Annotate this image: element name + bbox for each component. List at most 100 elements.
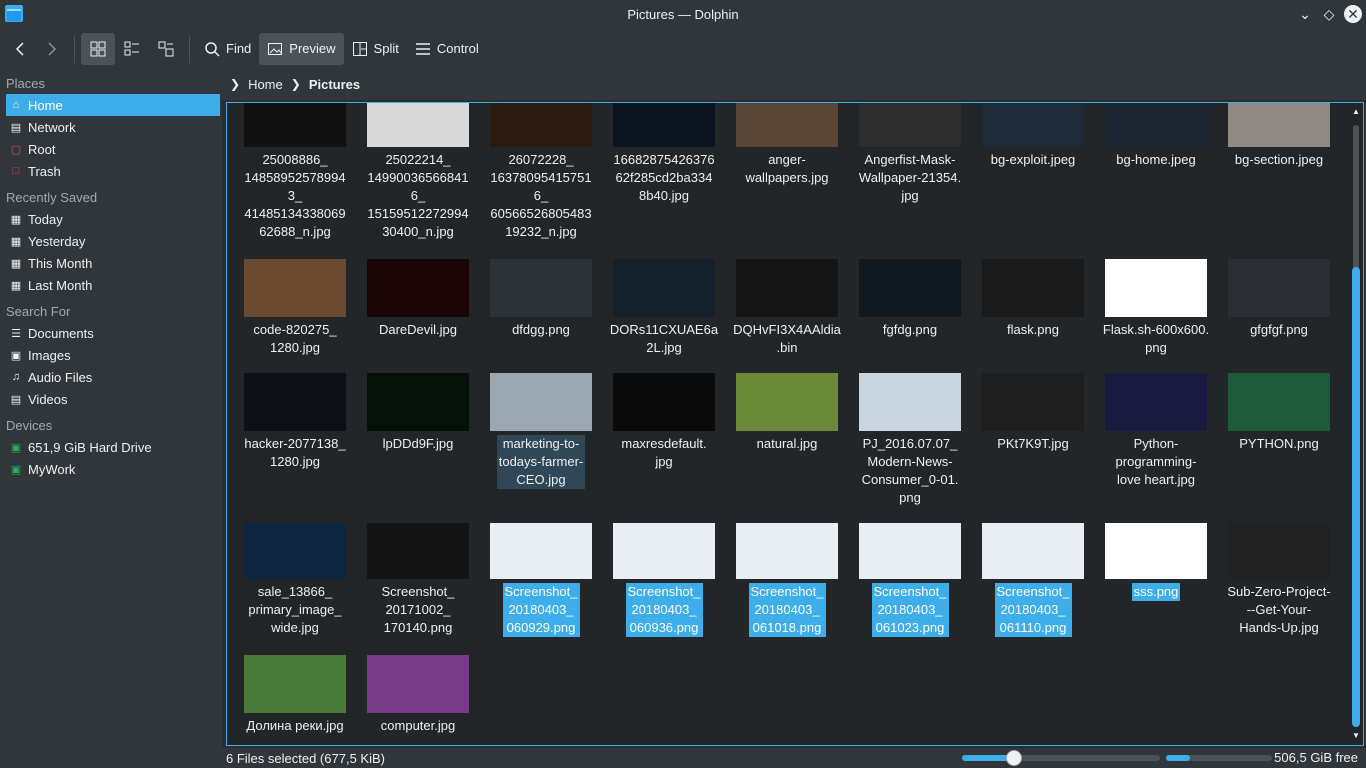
sidebar-item-documents[interactable]: ☰ Documents bbox=[6, 322, 220, 344]
find-button[interactable]: Find bbox=[196, 33, 259, 65]
file-name: Screenshot_ 20180403_ 060929.png bbox=[502, 583, 580, 637]
file-item[interactable]: Screenshot_ 20171002_ 170140.png bbox=[359, 523, 477, 637]
split-button[interactable]: Split bbox=[344, 33, 407, 65]
file-item[interactable]: hacker-2077138_ 1280.jpg bbox=[236, 373, 354, 471]
file-item[interactable]: natural.jpg bbox=[728, 373, 846, 453]
preview-button[interactable]: Preview bbox=[259, 32, 344, 65]
sidebar-item-hard-drive[interactable]: ▣ 651,9 GiB Hard Drive bbox=[6, 436, 220, 458]
sidebar-item-mywork[interactable]: ▣ MyWork bbox=[6, 458, 220, 480]
file-name: anger- wallpapers.jpg bbox=[745, 152, 829, 185]
file-item[interactable]: computer.jpg bbox=[359, 655, 477, 735]
file-item[interactable]: Screenshot_ 20180403_ 060929.png bbox=[482, 523, 600, 637]
breadcrumb-home[interactable]: Home bbox=[248, 77, 283, 92]
sidebar-item-label: Today bbox=[28, 211, 63, 227]
file-item[interactable]: maxresdefault. jpg bbox=[605, 373, 723, 471]
vertical-scrollbar[interactable]: ▲ ▼ bbox=[1351, 107, 1361, 743]
details-view-button[interactable] bbox=[149, 33, 183, 65]
file-name: flask.png bbox=[1006, 322, 1060, 337]
file-item[interactable]: PKt7K9T.jpg bbox=[974, 373, 1092, 453]
file-item[interactable]: 25022214_ 14990036566841 6_ 151595122729… bbox=[359, 103, 477, 241]
file-item[interactable]: sss.png bbox=[1097, 523, 1215, 601]
file-item[interactable]: lpDDd9F.jpg bbox=[359, 373, 477, 453]
file-item[interactable]: anger- wallpapers.jpg bbox=[728, 103, 846, 187]
dolphin-app-icon[interactable] bbox=[5, 5, 23, 22]
sidebar-item-root[interactable]: ▢ Root bbox=[6, 138, 220, 160]
file-item[interactable]: dfdgg.png bbox=[482, 259, 600, 339]
file-item[interactable]: marketing-to- todays-farmer- CEO.jpg bbox=[482, 373, 600, 489]
file-thumbnail bbox=[244, 373, 346, 431]
minimize-icon[interactable]: ⌄ bbox=[1296, 5, 1314, 23]
sidebar-item-label: Last Month bbox=[28, 277, 93, 293]
file-item[interactable]: Screenshot_ 20180403_ 060936.png bbox=[605, 523, 723, 637]
file-item[interactable]: DQHvFI3X4AAldia .bin bbox=[728, 259, 846, 357]
zoom-slider-handle[interactable] bbox=[1006, 750, 1022, 766]
sidebar-item-today[interactable]: ▦ Today bbox=[6, 208, 220, 230]
file-item[interactable]: Angerfist-Mask- Wallpaper-21354. jpg bbox=[851, 103, 969, 205]
file-thumbnail bbox=[736, 259, 838, 317]
file-item[interactable]: bg-home.jpeg bbox=[1097, 103, 1215, 169]
file-item[interactable]: bg-exploit.jpeg bbox=[974, 103, 1092, 169]
file-item[interactable]: Python- programming- love heart.jpg bbox=[1097, 373, 1215, 489]
file-thumbnail bbox=[982, 373, 1084, 431]
preview-image-icon bbox=[268, 42, 283, 55]
sidebar-item-images[interactable]: ▣ Images bbox=[6, 344, 220, 366]
recently-saved-heading: Recently Saved bbox=[6, 190, 98, 205]
sidebar-item-last-month[interactable]: ▦ Last Month bbox=[6, 274, 220, 296]
root-folder-icon: ▢ bbox=[10, 143, 22, 156]
sidebar-item-videos[interactable]: ▤ Videos bbox=[6, 388, 220, 410]
search-icon bbox=[205, 41, 220, 57]
sidebar-item-trash[interactable]: □ Trash bbox=[6, 160, 220, 182]
chevron-right-icon: ❯ bbox=[230, 77, 241, 91]
sidebar-item-network[interactable]: ▤ Network bbox=[6, 116, 220, 138]
close-icon[interactable]: ✕ bbox=[1344, 5, 1362, 23]
file-item[interactable]: Sub-Zero-Project- --Get-Your- Hands-Up.j… bbox=[1220, 523, 1338, 637]
file-thumbnail bbox=[613, 523, 715, 579]
devices-heading: Devices bbox=[6, 418, 53, 433]
file-item[interactable]: gfgfgf.png bbox=[1220, 259, 1338, 339]
file-name: code-820275_ 1280.jpg bbox=[253, 322, 337, 355]
back-button[interactable] bbox=[4, 33, 36, 65]
file-item[interactable]: bg-section.jpeg bbox=[1220, 103, 1338, 169]
file-item[interactable]: fgfdg.png bbox=[851, 259, 969, 339]
zoom-slider[interactable] bbox=[962, 750, 1160, 766]
scrollbar-thumb[interactable] bbox=[1352, 267, 1360, 727]
file-item[interactable]: DareDevil.jpg bbox=[359, 259, 477, 339]
icons-view-button[interactable] bbox=[81, 32, 115, 65]
search-for-heading: Search For bbox=[6, 304, 71, 319]
file-item[interactable]: 16682875426376 62f285cd2ba334 8b40.jpg bbox=[605, 103, 723, 205]
sidebar-item-audio-files[interactable]: ♫ Audio Files bbox=[6, 366, 220, 388]
compact-view-button[interactable] bbox=[115, 33, 149, 65]
places-panel: Places ⌂ Home ▤ Network ▢ Root □ Trash Recen… bbox=[0, 68, 222, 768]
file-item[interactable]: Screenshot_ 20180403_ 061018.png bbox=[728, 523, 846, 637]
maximize-icon[interactable]: ◇ bbox=[1320, 5, 1338, 23]
sidebar-item-home[interactable]: ⌂ Home bbox=[6, 94, 220, 116]
file-item[interactable]: flask.png bbox=[974, 259, 1092, 339]
calendar-icon: ▦ bbox=[10, 235, 22, 248]
scroll-up-icon[interactable]: ▲ bbox=[1351, 107, 1361, 116]
file-item[interactable]: Flask.sh-600x600. png bbox=[1097, 259, 1215, 357]
control-label: Control bbox=[436, 41, 479, 56]
breadcrumb-current[interactable]: Pictures bbox=[309, 77, 360, 92]
file-item[interactable]: PJ_2016.07.07_ Modern-News- Consumer_0-0… bbox=[851, 373, 969, 507]
file-name: Долина реки.jpg bbox=[246, 718, 344, 733]
trash-icon: □ bbox=[12, 165, 20, 177]
scroll-down-icon[interactable]: ▼ bbox=[1351, 731, 1361, 740]
file-thumbnail bbox=[1105, 373, 1207, 431]
file-item[interactable]: sale_13866_ primary_image_ wide.jpg bbox=[236, 523, 354, 637]
control-button[interactable]: Control bbox=[407, 33, 487, 65]
file-view[interactable]: 25008886_ 14858952578994 3_ 414851343380… bbox=[226, 102, 1364, 746]
file-item[interactable]: Screenshot_ 20180403_ 061023.png bbox=[851, 523, 969, 637]
file-item[interactable]: Screenshot_ 20180403_ 061110.png bbox=[974, 523, 1092, 637]
file-item[interactable]: 26072228_ 16378095415751 6_ 605665268054… bbox=[482, 103, 600, 241]
file-item[interactable]: PYTHON.png bbox=[1220, 373, 1338, 453]
sidebar-item-this-month[interactable]: ▦ This Month bbox=[6, 252, 220, 274]
sidebar-item-yesterday[interactable]: ▦ Yesterday bbox=[6, 230, 220, 252]
file-thumbnail bbox=[982, 103, 1084, 147]
file-item[interactable]: code-820275_ 1280.jpg bbox=[236, 259, 354, 357]
file-item[interactable]: 25008886_ 14858952578994 3_ 414851343380… bbox=[236, 103, 354, 241]
file-item[interactable]: Долина реки.jpg bbox=[236, 655, 354, 735]
file-thumbnail bbox=[859, 103, 961, 147]
forward-button[interactable] bbox=[36, 33, 68, 65]
file-item[interactable]: DORs11CXUAE6a 2L.jpg bbox=[605, 259, 723, 357]
file-thumbnail bbox=[1105, 103, 1207, 147]
